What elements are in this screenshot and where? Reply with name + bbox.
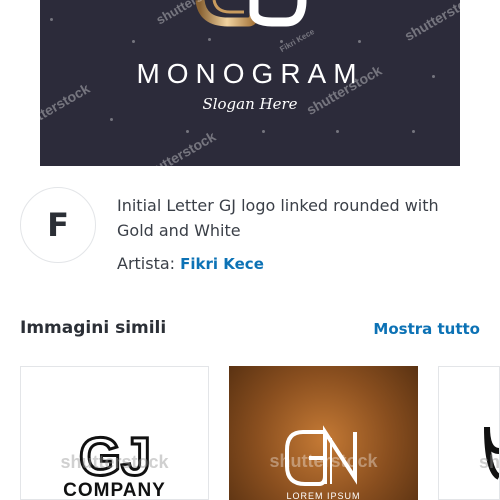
artist-link[interactable]: Fikri Kece [180,255,264,273]
similar-thumbnail[interactable]: GJ shutterstock COMPANY [20,366,209,500]
section-title-similar: Immagini simili [20,318,167,338]
gn-line-logo [285,425,357,486]
similar-thumbnail[interactable]: shutterstock LOREM IPSUM [229,366,418,500]
company-caption: COMPANY [63,480,166,500]
avatar[interactable]: F [20,187,96,263]
artist-line: Artista: Fikri Kece [117,254,264,273]
artist-label: Artista: [117,254,176,273]
watermark: shutterstock [137,128,219,166]
image-description: Initial Letter GJ logo linked rounded wi… [117,196,439,240]
gj-gold-logo [195,0,307,27]
hero-slogan: Slogan Here [202,95,298,113]
avatar-letter: F [47,206,69,244]
hero-image[interactable]: shutterstock shutterstock shutterstock s… [40,0,460,166]
watermark: shutterstock [269,451,378,471]
similar-thumbnail[interactable]: shutterstock [438,366,500,500]
partial-logo [484,426,499,480]
watermark: shutterstock [60,452,169,472]
show-all-link[interactable]: Mostra tutto [373,320,480,338]
hero-title: MONOGRAM [136,58,364,89]
watermark: shutterstock [479,452,500,472]
lorem-caption: LOREM IPSUM [286,491,361,500]
